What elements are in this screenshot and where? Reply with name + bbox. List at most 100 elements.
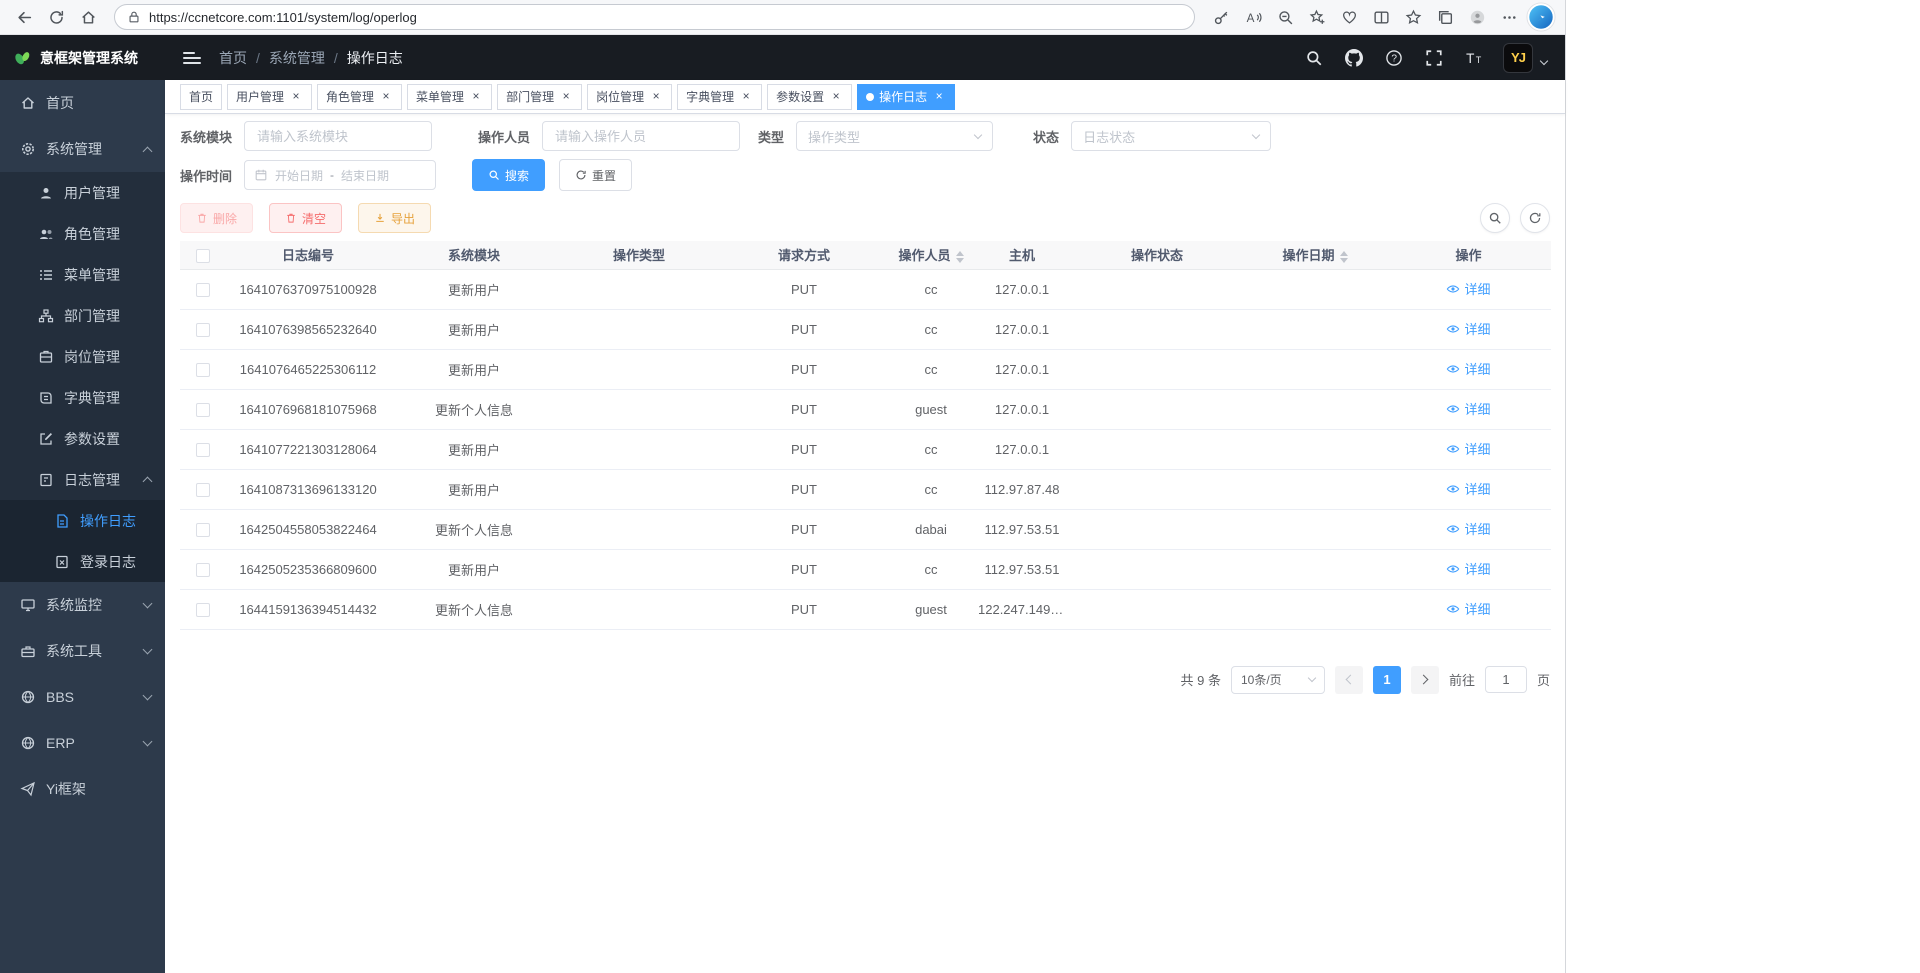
github-icon[interactable] xyxy=(1345,49,1363,67)
date-range-picker[interactable]: 开始日期 - 结束日期 xyxy=(244,160,436,190)
tab-7[interactable]: 参数设置× xyxy=(767,84,852,110)
sort-icon[interactable] xyxy=(1340,251,1348,263)
table-search-button[interactable] xyxy=(1480,203,1510,233)
sidebar-item-4[interactable]: 菜单管理 xyxy=(0,254,165,295)
table-refresh-button[interactable] xyxy=(1520,203,1550,233)
column-header-7[interactable]: 操作日期 xyxy=(1244,241,1386,269)
next-page-button[interactable] xyxy=(1411,666,1439,694)
tab-8[interactable]: 操作日志× xyxy=(857,84,955,110)
tab-6[interactable]: 字典管理× xyxy=(677,84,762,110)
type-select[interactable]: 操作类型 xyxy=(796,121,993,151)
zoom-out-icon[interactable] xyxy=(1269,3,1301,31)
tab-0[interactable]: 首页 xyxy=(180,84,222,110)
close-icon[interactable]: × xyxy=(932,90,946,104)
breadcrumb-item-0[interactable]: 首页 xyxy=(219,48,247,68)
sidebar-item-8[interactable]: 参数设置 xyxy=(0,418,165,459)
search-icon[interactable] xyxy=(1305,49,1323,67)
sidebar-item-5[interactable]: 部门管理 xyxy=(0,295,165,336)
tab-3[interactable]: 菜单管理× xyxy=(407,84,492,110)
sidebar-item-15[interactable]: ERP xyxy=(0,720,165,766)
sidebar-item-2[interactable]: 用户管理 xyxy=(0,172,165,213)
sidebar-item-12[interactable]: 系统监控 xyxy=(0,582,165,628)
module-input[interactable] xyxy=(244,121,432,151)
read-aloud-icon[interactable]: A xyxy=(1237,3,1269,31)
sidebar-item-3[interactable]: 角色管理 xyxy=(0,213,165,254)
breadcrumb-item-1[interactable]: 系统管理 xyxy=(269,48,325,68)
tab-5[interactable]: 岗位管理× xyxy=(587,84,672,110)
refresh-icon[interactable] xyxy=(40,3,72,31)
fullscreen-icon[interactable] xyxy=(1425,49,1443,67)
page-size-select[interactable]: 10条/页 xyxy=(1231,666,1325,694)
status-select[interactable]: 日志状态 xyxy=(1071,121,1271,151)
sidebar-item-7[interactable]: 字典管理 xyxy=(0,377,165,418)
detail-link[interactable]: 详细 xyxy=(1446,559,1490,578)
current-page[interactable]: 1 xyxy=(1373,666,1401,694)
collections-icon[interactable] xyxy=(1429,3,1461,31)
sidebar-item-14[interactable]: BBS xyxy=(0,674,165,720)
row-checkbox[interactable] xyxy=(196,443,210,457)
tab-1[interactable]: 用户管理× xyxy=(227,84,312,110)
detail-link[interactable]: 详细 xyxy=(1446,519,1490,538)
row-checkbox[interactable] xyxy=(196,563,210,577)
prev-page-button[interactable] xyxy=(1335,666,1363,694)
sidebar-item-6[interactable]: 岗位管理 xyxy=(0,336,165,377)
sidebar-item-10[interactable]: 操作日志 xyxy=(0,500,165,541)
select-all-checkbox[interactable] xyxy=(196,249,210,263)
key-icon[interactable] xyxy=(1205,3,1237,31)
address-bar[interactable]: https://ccnetcore.com:1101/system/log/op… xyxy=(114,4,1195,30)
detail-link[interactable]: 详细 xyxy=(1446,359,1490,378)
detail-link[interactable]: 详细 xyxy=(1446,319,1490,338)
favorites-icon[interactable] xyxy=(1397,3,1429,31)
row-checkbox[interactable] xyxy=(196,363,210,377)
search-button[interactable]: 搜索 xyxy=(472,159,545,191)
close-icon[interactable]: × xyxy=(739,90,753,104)
row-checkbox[interactable] xyxy=(196,483,210,497)
avatar[interactable]: YJ xyxy=(1503,43,1533,73)
question-icon[interactable]: ? xyxy=(1385,49,1403,67)
sidebar-item-9[interactable]: 日志管理 xyxy=(0,459,165,500)
split-screen-icon[interactable] xyxy=(1365,3,1397,31)
sort-icon[interactable] xyxy=(956,251,964,263)
sidebar-item-1[interactable]: 系统管理 xyxy=(0,126,165,172)
column-header-4[interactable]: 操作人员 xyxy=(888,241,974,269)
row-checkbox[interactable] xyxy=(196,323,210,337)
detail-link[interactable]: 详细 xyxy=(1446,479,1490,498)
font-size-icon[interactable]: TT xyxy=(1465,49,1483,67)
detail-link[interactable]: 详细 xyxy=(1446,279,1490,298)
back-icon[interactable] xyxy=(8,3,40,31)
clear-button[interactable]: 清空 xyxy=(269,203,342,233)
close-icon[interactable]: × xyxy=(289,90,303,104)
sidebar-item-13[interactable]: 系统工具 xyxy=(0,628,165,674)
export-button[interactable]: 导出 xyxy=(358,203,431,233)
close-icon[interactable]: × xyxy=(379,90,393,104)
profile-icon[interactable] xyxy=(1461,3,1493,31)
more-icon[interactable] xyxy=(1493,3,1525,31)
hamburger-icon[interactable] xyxy=(183,52,201,64)
home-icon[interactable] xyxy=(72,3,104,31)
breadcrumb-item-2[interactable]: 操作日志 xyxy=(347,48,403,68)
detail-link[interactable]: 详细 xyxy=(1446,599,1490,618)
bing-icon[interactable] xyxy=(1525,3,1557,31)
browser-essentials-icon[interactable] xyxy=(1333,3,1365,31)
favorite-add-icon[interactable] xyxy=(1301,3,1333,31)
sidebar-item-16[interactable]: Yi框架 xyxy=(0,766,165,812)
row-checkbox[interactable] xyxy=(196,603,210,617)
sidebar-item-11[interactable]: 登录日志 xyxy=(0,541,165,582)
detail-link[interactable]: 详细 xyxy=(1446,439,1490,458)
tab-4[interactable]: 部门管理× xyxy=(497,84,582,110)
url-text[interactable]: https://ccnetcore.com:1101/system/log/op… xyxy=(149,10,417,25)
chevron-down-icon[interactable] xyxy=(1540,56,1548,64)
sidebar-item-0[interactable]: 首页 xyxy=(0,80,165,126)
close-icon[interactable]: × xyxy=(649,90,663,104)
operator-input[interactable] xyxy=(542,121,740,151)
goto-page-input[interactable] xyxy=(1485,666,1527,693)
close-icon[interactable]: × xyxy=(469,90,483,104)
row-checkbox[interactable] xyxy=(196,523,210,537)
close-icon[interactable]: × xyxy=(559,90,573,104)
reset-button[interactable]: 重置 xyxy=(559,159,632,191)
tab-2[interactable]: 角色管理× xyxy=(317,84,402,110)
row-checkbox[interactable] xyxy=(196,283,210,297)
row-checkbox[interactable] xyxy=(196,403,210,417)
delete-button[interactable]: 删除 xyxy=(180,203,253,233)
close-icon[interactable]: × xyxy=(829,90,843,104)
